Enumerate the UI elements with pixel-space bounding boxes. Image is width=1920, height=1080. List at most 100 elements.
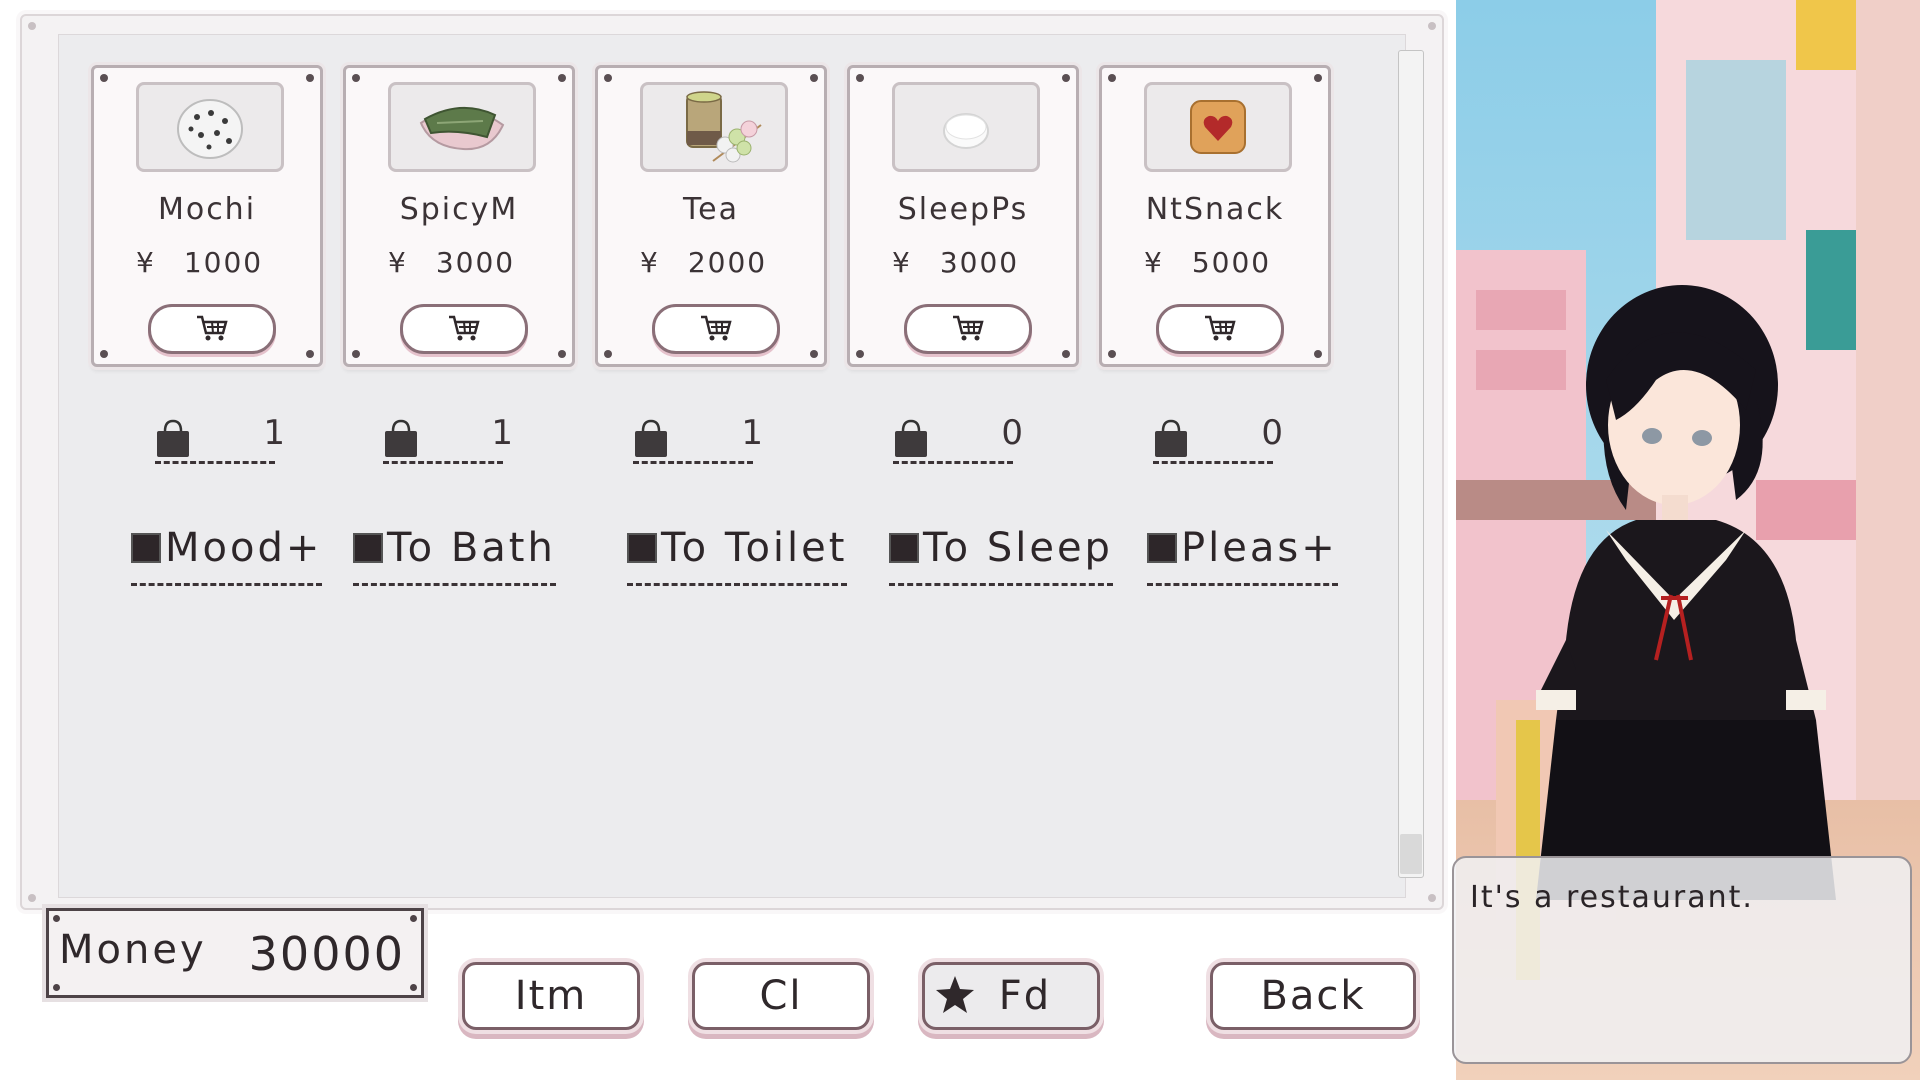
buy-button[interactable] xyxy=(652,304,780,354)
money-rivet xyxy=(53,915,60,922)
heart-cookie-icon xyxy=(1190,100,1246,154)
shopping-bag-icon xyxy=(635,419,667,457)
card-rivet xyxy=(558,350,566,358)
price-value: 3000 xyxy=(939,246,1020,279)
mochi-icon xyxy=(177,99,243,159)
item-name: Tea xyxy=(682,192,740,227)
owned-count-ntsnack: 0 xyxy=(1153,413,1283,473)
shopping-bag-icon xyxy=(1155,419,1187,457)
owned-count-value: 0 xyxy=(1001,413,1023,453)
cart-icon xyxy=(701,315,732,341)
item-effect-sleepps: To Sleep xyxy=(889,525,1113,586)
currency-symbol: ¥ xyxy=(640,246,660,279)
dashed-underline xyxy=(353,583,556,586)
price-value: 1000 xyxy=(183,246,264,279)
owned-count-spicym: 1 xyxy=(383,413,513,473)
owned-count-sleepps: 0 xyxy=(893,413,1023,473)
dialogue-text: It's a restaurant. xyxy=(1470,880,1754,915)
shop-card-sleepps: SleepPs ¥3000 xyxy=(847,65,1079,367)
owned-count-value: 0 xyxy=(1261,413,1283,453)
card-rivet xyxy=(1108,350,1116,358)
money-rivet xyxy=(410,984,417,991)
price-value: 3000 xyxy=(435,246,516,279)
shop-panel: Mochi ¥1000 SpicyM ¥ 3000 Tea ¥ 2000 Sle… xyxy=(20,14,1444,910)
item-effect-spicym: To Bath xyxy=(353,525,556,586)
scrollbar-thumb[interactable] xyxy=(1400,834,1422,874)
owned-count-mochi: 1 xyxy=(155,413,285,473)
panel-rivet xyxy=(1428,22,1436,30)
cart-icon xyxy=(449,315,480,341)
effect-marker-icon xyxy=(1147,533,1177,563)
back-button-label: Back xyxy=(1260,973,1366,1019)
currency-symbol: ¥ xyxy=(1144,246,1164,279)
shop-card-ntsnack: NtSnack ¥5000 xyxy=(1099,65,1331,367)
card-rivet xyxy=(1108,74,1116,82)
effect-label: To Sleep xyxy=(923,525,1113,571)
card-rivet xyxy=(100,74,108,82)
cart-icon xyxy=(1205,315,1236,341)
dashed-underline xyxy=(889,583,1113,586)
shop-card-tea: Tea ¥2000 xyxy=(595,65,827,367)
effect-marker-icon xyxy=(889,533,919,563)
item-name: Mochi xyxy=(157,192,257,227)
buy-button[interactable] xyxy=(904,304,1032,354)
item-price: ¥3000 xyxy=(388,246,515,279)
dashed-underline xyxy=(131,583,323,586)
food-tab-button[interactable]: Fd xyxy=(922,962,1100,1030)
card-rivet xyxy=(856,350,864,358)
item-effect-mochi: Mood+ xyxy=(131,525,323,586)
items-tab-button[interactable]: Itm xyxy=(462,962,640,1030)
buy-button[interactable] xyxy=(400,304,528,354)
currency-symbol: ¥ xyxy=(388,246,408,279)
panel-rivet xyxy=(28,22,36,30)
owned-count-value: 1 xyxy=(491,413,513,453)
price-value: 5000 xyxy=(1191,246,1272,279)
currency-symbol: ¥ xyxy=(136,246,156,279)
card-rivet xyxy=(1062,350,1070,358)
card-rivet xyxy=(352,350,360,358)
card-rivet xyxy=(306,74,314,82)
item-thumbnail xyxy=(892,82,1040,172)
shopping-bag-icon xyxy=(157,419,189,457)
shop-item-grid: Mochi ¥1000 SpicyM ¥ 3000 Tea ¥ 2000 Sle… xyxy=(58,34,1406,898)
shopping-bag-icon xyxy=(385,419,417,457)
dialogue-box: It's a restaurant. xyxy=(1452,856,1912,1064)
card-rivet xyxy=(856,74,864,82)
cart-icon xyxy=(953,315,984,341)
items-tab-label: Itm xyxy=(514,973,588,1019)
card-rivet xyxy=(558,74,566,82)
item-price: ¥1000 xyxy=(136,246,263,279)
currency-symbol: ¥ xyxy=(892,246,912,279)
panel-rivet xyxy=(28,894,36,902)
cart-icon xyxy=(197,315,228,341)
clothes-tab-button[interactable]: Cl xyxy=(692,962,870,1030)
card-rivet xyxy=(306,350,314,358)
money-value: 30000 xyxy=(248,927,405,981)
item-effect-tea: To Toilet xyxy=(627,525,848,586)
food-tab-label: Fd xyxy=(998,973,1052,1019)
shop-scrollbar[interactable] xyxy=(1398,50,1424,878)
card-rivet xyxy=(1314,74,1322,82)
card-rivet xyxy=(604,74,612,82)
item-thumbnail xyxy=(1144,82,1292,172)
dashed-underline xyxy=(627,583,848,586)
card-rivet xyxy=(604,350,612,358)
back-button[interactable]: Back xyxy=(1210,962,1416,1030)
item-name: SleepPs xyxy=(897,192,1029,227)
item-name: NtSnack xyxy=(1145,192,1285,227)
buy-button[interactable] xyxy=(148,304,276,354)
sleeping-pills-icon xyxy=(943,113,989,149)
item-thumbnail xyxy=(136,82,284,172)
effect-marker-icon xyxy=(353,533,383,563)
item-effect-ntsnack: Pleas+ xyxy=(1147,525,1338,586)
card-rivet xyxy=(1314,350,1322,358)
effect-label: Mood+ xyxy=(165,525,323,571)
clothes-tab-label: Cl xyxy=(759,973,803,1019)
item-thumbnail xyxy=(640,82,788,172)
buy-button[interactable] xyxy=(1156,304,1284,354)
tea-dango-icon xyxy=(686,91,762,163)
dashed-underline xyxy=(893,461,1013,464)
money-rivet xyxy=(410,915,417,922)
shop-card-mochi: Mochi ¥1000 xyxy=(91,65,323,367)
dashed-underline xyxy=(1153,461,1273,464)
